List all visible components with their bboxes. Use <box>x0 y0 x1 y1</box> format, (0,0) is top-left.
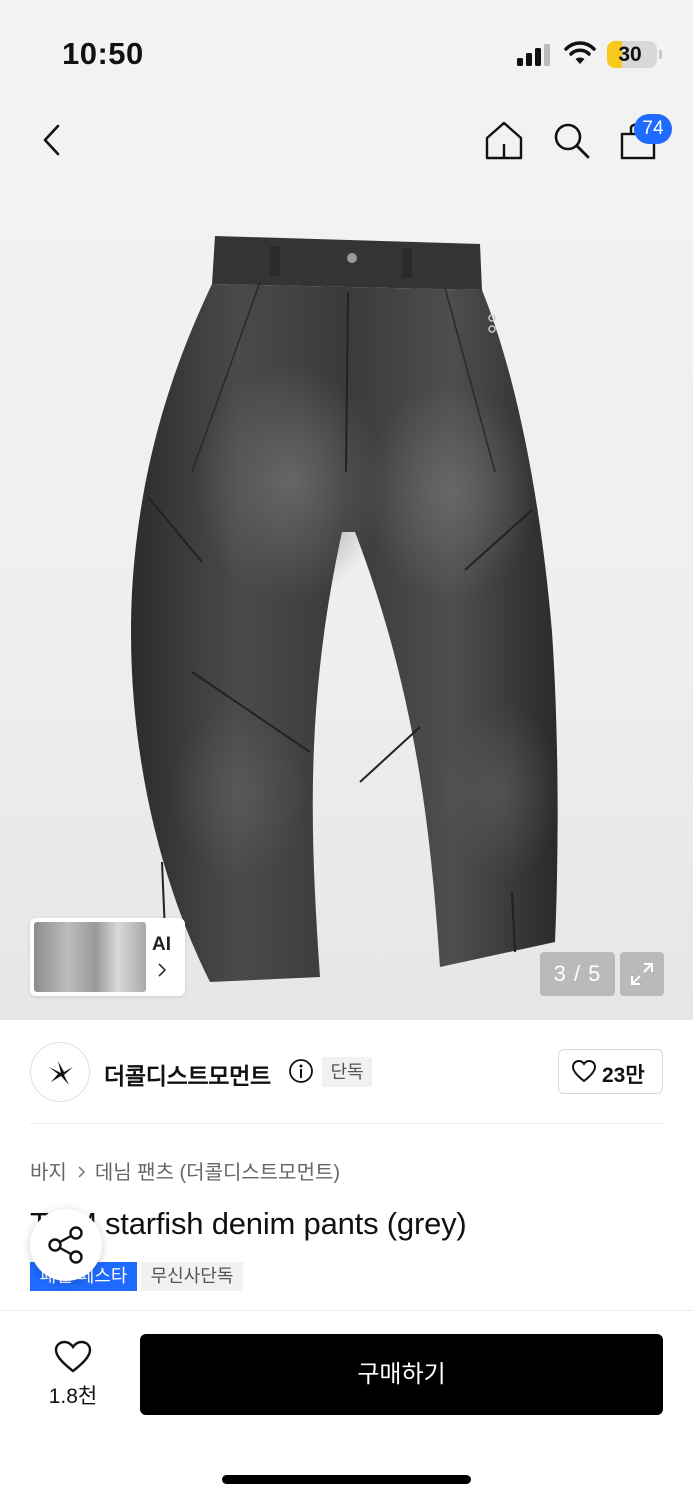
exclusive-tag: 단독 <box>322 1057 372 1087</box>
brand-like-button[interactable]: 23만 <box>558 1049 663 1094</box>
ai-label: AI <box>152 934 171 955</box>
breadcrumb-subcategory[interactable]: 데님 팬츠 (더콜디스트모먼트) <box>95 1162 340 1184</box>
chevron-right-icon <box>158 963 167 977</box>
info-icon[interactable] <box>288 1058 314 1084</box>
chevron-left-icon <box>43 124 60 156</box>
battery-indicator: 30 <box>607 41 657 68</box>
wishlist-count: 1.8천 <box>48 1385 98 1408</box>
share-button[interactable] <box>30 1209 102 1281</box>
battery-level: 30 <box>618 43 642 66</box>
back-button[interactable] <box>34 118 74 162</box>
expand-icon <box>631 963 653 985</box>
search-icon <box>554 123 590 159</box>
musinsa-exclusive-tag: 무신사단독 <box>141 1262 243 1291</box>
cart-count-badge: 74 <box>634 114 672 144</box>
product-image <box>130 236 560 982</box>
search-button[interactable] <box>549 118 593 162</box>
share-icon <box>48 1226 83 1264</box>
section-divider <box>30 1123 663 1124</box>
image-counter: 3 / 5 <box>540 952 615 996</box>
breadcrumb: 바지 데님 팬츠 (더콜디스트모먼트) <box>30 1156 340 1185</box>
wishlist-button[interactable]: 1.8천 <box>30 1334 116 1414</box>
home-icon <box>485 121 523 160</box>
brand-name[interactable]: 더콜디스트모먼트 <box>104 1057 271 1091</box>
wifi-icon <box>564 41 596 64</box>
chevron-right-icon <box>78 1166 85 1178</box>
ai-recommendation-card[interactable] <box>30 918 185 996</box>
buy-button[interactable]: 구매하기 <box>140 1334 663 1415</box>
heart-outline-icon <box>571 1060 597 1083</box>
status-bar: 10:50 30 <box>0 0 693 100</box>
brand-logo[interactable] <box>30 1042 90 1102</box>
product-title-rest: starfish denim pants (grey) <box>96 1206 467 1241</box>
brand-like-count: 23만 <box>602 1064 645 1087</box>
breadcrumb-category[interactable]: 바지 <box>30 1162 67 1184</box>
expand-button[interactable] <box>620 952 664 996</box>
heart-outline-icon <box>54 1340 92 1373</box>
home-button[interactable] <box>482 118 526 162</box>
home-indicator <box>222 1475 471 1484</box>
signal-icon <box>517 44 550 66</box>
battery-cap <box>659 50 662 59</box>
ai-thumbnail-image <box>34 922 146 992</box>
starfish-logo-icon <box>49 1061 73 1085</box>
status-time: 10:50 <box>62 36 144 71</box>
